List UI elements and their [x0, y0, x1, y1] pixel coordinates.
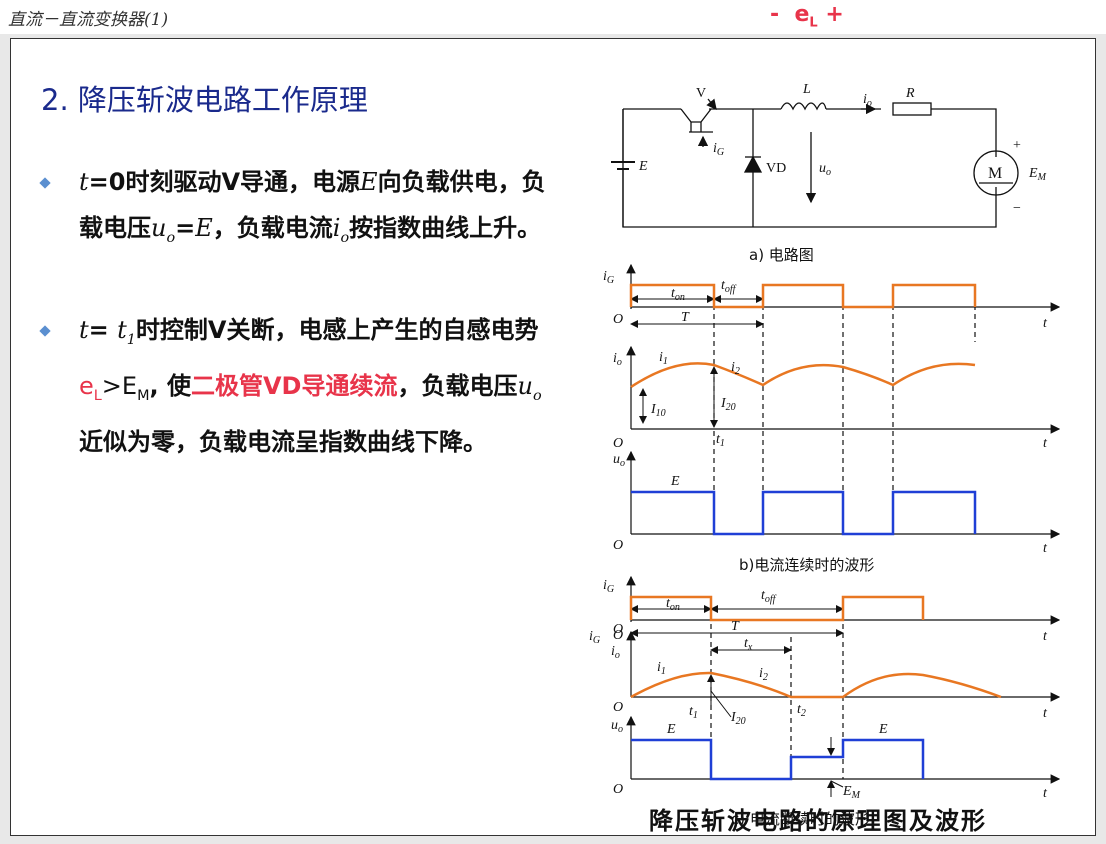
figure-caption: 降压斩波电路的原理图及波形 [649, 807, 987, 835]
continuous-waveforms: iG O ton toff T t io i1 i2 I10 I20 O t1 … [603, 263, 1061, 574]
svg-text:toff: toff [761, 588, 777, 605]
svg-text:uo: uo [819, 161, 831, 178]
svg-text:tx: tx [744, 636, 753, 653]
svg-text:EM: EM [1028, 166, 1047, 183]
current-curve-c [630, 671, 1002, 699]
svg-text:toff: toff [721, 278, 737, 295]
svg-text:b)电流连续时的波形: b)电流连续时的波形 [739, 556, 874, 574]
bullet-1-text: t=0时刻驱动V导通，电源E向负载供电，负载电压uo=E，负载电流io按指数曲线… [79, 168, 546, 246]
svg-text:E: E [670, 474, 680, 489]
svg-text:L: L [802, 82, 811, 97]
svg-text:O: O [613, 700, 623, 715]
svg-text:t: t [1043, 706, 1048, 721]
svg-text:ton: ton [671, 286, 685, 303]
bullet-diamond-icon [39, 325, 51, 337]
svg-text:T: T [731, 619, 740, 634]
svg-text:i1: i1 [657, 660, 666, 677]
svg-text:O: O [613, 436, 623, 451]
svg-text:uo: uo [611, 718, 623, 735]
svg-text:t: t [1043, 316, 1048, 331]
svg-text:ton: ton [666, 596, 680, 613]
chopper-diagram: V iG E VD uo L io R M EM + − a) 电路图 iG O… [589, 82, 1061, 828]
svg-text:iG: iG [589, 629, 600, 646]
svg-text:O: O [613, 628, 623, 643]
circuit-diagram [611, 98, 1019, 228]
svg-text:io: io [613, 351, 622, 368]
svg-text:t: t [1043, 541, 1048, 556]
svg-text:O: O [613, 538, 623, 553]
svg-text:I10: I10 [650, 402, 666, 419]
svg-text:O: O [613, 782, 623, 797]
svg-text:I20: I20 [720, 396, 736, 413]
svg-text:E: E [878, 722, 888, 737]
svg-text:t2: t2 [797, 702, 806, 719]
svg-text:E: E [666, 722, 676, 737]
svg-text:R: R [905, 86, 915, 101]
current-curve-b [630, 362, 976, 389]
svg-text:t: t [1043, 786, 1048, 801]
bullet-diamond-icon [39, 177, 51, 189]
svg-text:I20: I20 [730, 710, 746, 727]
svg-text:O: O [613, 312, 623, 327]
svg-text:EM: EM [842, 784, 861, 801]
voltage-curve-c [631, 738, 925, 781]
svg-text:a) 电路图: a) 电路图 [749, 246, 814, 264]
svg-text:VD: VD [766, 161, 786, 176]
svg-text:i2: i2 [731, 360, 740, 377]
svg-text:t1: t1 [716, 432, 725, 449]
bullet-2-text: t= t1时控制V关断，电感上产生的自感电势eL>EM, 使二极管VD导通续流，… [79, 316, 542, 456]
svg-text:M: M [988, 165, 1002, 182]
slide-heading: 2. 降压斩波电路工作原理 [41, 83, 368, 117]
slide-panel: 2. 降压斩波电路工作原理 t=0时刻驱动V导通，电源E向负载供电，负载电压uo… [10, 38, 1096, 836]
svg-text:t1: t1 [689, 704, 698, 721]
svg-text:i2: i2 [759, 666, 768, 683]
svg-text:t: t [1043, 436, 1048, 451]
svg-text:iG: iG [713, 141, 724, 158]
discontinuous-waveforms: iG O ton toff iG O T tx t io i1 i2 O t1 … [589, 575, 1061, 828]
svg-text:V: V [696, 86, 706, 101]
svg-text:T: T [681, 310, 690, 325]
svg-text:i1: i1 [659, 350, 668, 367]
window-titlebar: 直流－直流变换器(1) - eL + [0, 0, 1106, 34]
svg-text:io: io [611, 644, 620, 661]
svg-text:−: − [1013, 201, 1021, 216]
el-annotation: - eL + [770, 2, 844, 31]
window-title: 直流－直流变换器(1) [8, 10, 169, 30]
svg-text:io: io [863, 92, 872, 109]
svg-text:iG: iG [603, 578, 614, 595]
svg-text:+: + [1013, 138, 1021, 153]
svg-text:uo: uo [613, 452, 625, 469]
voltage-curve-b [631, 490, 977, 536]
svg-text:E: E [638, 159, 648, 174]
svg-text:t: t [1043, 629, 1048, 644]
svg-text:iG: iG [603, 269, 614, 286]
